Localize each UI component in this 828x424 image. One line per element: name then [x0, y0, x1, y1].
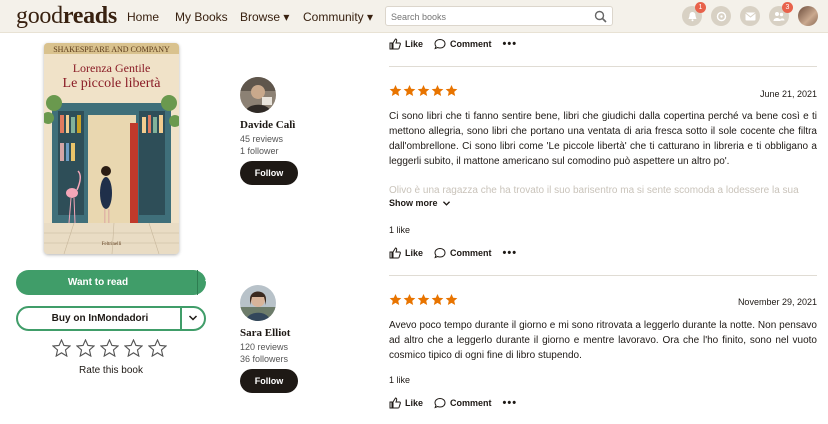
comment-label: Comment — [450, 248, 492, 258]
likes-count[interactable]: 1 like — [389, 225, 410, 235]
search-box — [385, 6, 613, 26]
filled-star-icon — [389, 84, 402, 97]
filled-star-icon — [403, 293, 416, 306]
buy-label: Buy on InMondadori — [51, 313, 149, 324]
like-label: Like — [405, 248, 424, 258]
nav-browse[interactable]: Browse ▾ — [240, 10, 289, 24]
chevron-down-icon[interactable] — [204, 278, 214, 286]
chevron-down-icon — [442, 200, 450, 206]
filled-star-icon — [431, 293, 444, 306]
reviewer-avatar[interactable] — [240, 77, 276, 113]
review-actions: Like Comment ••• — [389, 397, 517, 409]
comment-button[interactable]: Comment — [434, 397, 492, 409]
comment-icon — [434, 247, 446, 259]
rating-stars-input — [52, 339, 167, 357]
filled-star-icon — [417, 84, 430, 97]
review-divider — [389, 275, 817, 276]
friends-icon[interactable]: 3 — [769, 2, 793, 26]
bell-icon[interactable]: 1 — [682, 2, 706, 26]
review-date[interactable]: November 29, 2021 — [738, 297, 817, 307]
cover-author: Lorenza Gentile — [72, 61, 151, 75]
review-text-truncated: Olivo è una ragazza che ha trovato il su… — [389, 185, 799, 195]
review-divider — [389, 66, 817, 67]
empty-star-icon[interactable] — [52, 339, 71, 357]
like-label: Like — [405, 398, 424, 408]
reviewer-followers: 1 follower — [240, 146, 279, 156]
goodreads-logo[interactable]: goodreads — [16, 3, 117, 30]
buy-button[interactable]: Buy on InMondadori — [16, 306, 206, 331]
want-to-read-label: Want to read — [67, 277, 129, 288]
filled-star-icon — [417, 293, 430, 306]
messages-icon[interactable] — [740, 6, 760, 26]
thumbs-up-icon — [389, 397, 401, 409]
want-to-read-divider — [197, 270, 198, 295]
filled-star-icon — [389, 293, 402, 306]
empty-star-icon[interactable] — [76, 339, 95, 357]
filled-star-icon — [403, 84, 416, 97]
review-text: Ci sono libri che ti fanno sentire bene,… — [389, 111, 817, 167]
empty-star-icon[interactable] — [148, 339, 167, 357]
nav-community[interactable]: Community ▾ — [303, 10, 373, 24]
comment-icon — [434, 397, 446, 409]
thumbs-up-icon — [389, 38, 401, 50]
more-options-icon[interactable]: ••• — [503, 247, 518, 258]
cover-title: Le piccole libertà — [62, 76, 161, 91]
cover-publisher: SHAKESPEARE AND COMPANY — [53, 45, 170, 54]
comment-button[interactable]: Comment — [434, 247, 492, 259]
reviewer-avatar[interactable] — [240, 285, 276, 321]
filled-star-icon — [431, 84, 444, 97]
show-more-button[interactable]: Show more — [389, 198, 451, 208]
reviewer-name[interactable]: Davide Calì — [240, 119, 295, 131]
comment-icon — [434, 38, 446, 50]
review-date[interactable]: June 21, 2021 — [760, 89, 817, 99]
show-more-label: Show more — [389, 198, 438, 208]
profile-avatar[interactable] — [798, 6, 818, 26]
comment-label: Comment — [450, 398, 492, 408]
reviewer-name[interactable]: Sara Elliot — [240, 327, 290, 339]
rate-this-book-label: Rate this book — [79, 365, 143, 376]
nav-my-books[interactable]: My Books — [175, 10, 228, 24]
comment-label: Comment — [450, 39, 492, 49]
cover-imprint: Feltrinelli — [101, 242, 122, 247]
discussions-icon[interactable] — [711, 6, 731, 26]
like-label: Like — [405, 39, 424, 49]
want-to-read-button[interactable]: Want to read — [16, 270, 214, 295]
follow-button[interactable]: Follow — [240, 161, 298, 185]
likes-count[interactable]: 1 like — [389, 375, 410, 385]
like-button[interactable]: Like — [389, 38, 423, 50]
notification-badge: 1 — [695, 2, 706, 13]
like-button[interactable]: Like — [389, 397, 423, 409]
filled-star-icon — [445, 293, 458, 306]
more-options-icon[interactable]: ••• — [503, 38, 518, 49]
review-rating-stars — [389, 293, 458, 306]
like-button[interactable]: Like — [389, 247, 423, 259]
chevron-down-icon[interactable] — [188, 314, 198, 322]
previous-review-actions: Like Comment ••• — [389, 38, 517, 50]
empty-star-icon[interactable] — [124, 339, 143, 357]
buy-divider — [180, 308, 182, 329]
follow-button[interactable]: Follow — [240, 369, 298, 393]
filled-star-icon — [445, 84, 458, 97]
nav-home[interactable]: Home — [127, 10, 159, 24]
friends-badge: 3 — [782, 2, 793, 13]
review-rating-stars — [389, 84, 458, 97]
review-actions: Like Comment ••• — [389, 247, 517, 259]
reviewer-reviews-count: 120 reviews — [240, 342, 289, 352]
comment-button[interactable]: Comment — [434, 38, 492, 50]
review-text: Avevo poco tempo durante il giorno e mi … — [389, 320, 817, 361]
reviewer-followers: 36 followers — [240, 354, 289, 364]
search-icon[interactable] — [594, 10, 607, 23]
thumbs-up-icon — [389, 247, 401, 259]
top-nav-bar: goodreads Home My Books Browse ▾ Communi… — [0, 0, 828, 33]
empty-star-icon[interactable] — [100, 339, 119, 357]
reviewer-reviews-count: 45 reviews — [240, 134, 284, 144]
book-cover[interactable]: SHAKESPEARE AND COMPANY Lorenza Gentile … — [44, 43, 179, 254]
search-input[interactable] — [386, 8, 586, 26]
more-options-icon[interactable]: ••• — [503, 397, 518, 408]
